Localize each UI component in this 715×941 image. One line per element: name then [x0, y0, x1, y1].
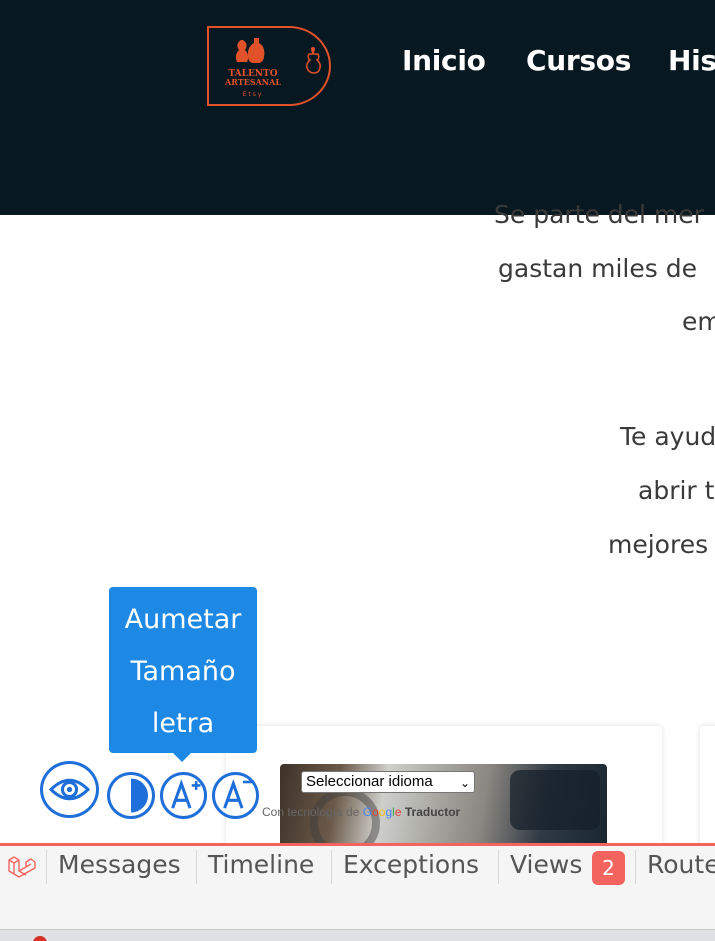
font-decrease-button[interactable] [212, 772, 259, 819]
eye-icon [48, 778, 91, 801]
translate-link[interactable]: Traductor [405, 805, 460, 819]
intro-text-line: em [682, 307, 715, 336]
debugbar-tab-exceptions[interactable]: Exceptions [343, 850, 479, 879]
intro-text-line: abrir t [638, 476, 715, 505]
intro-text-line: mejores [608, 530, 709, 559]
chevron-down-icon: ⌄ [459, 776, 470, 790]
google-translate-credit: Con tecnología de Google Traductor [262, 805, 461, 819]
contrast-icon [131, 778, 149, 813]
language-select[interactable]: Seleccionar idioma ⌄ [301, 771, 475, 793]
debugbar-tab-messages[interactable]: Messages [58, 850, 181, 879]
debugbar-tab-route[interactable]: Route [647, 850, 715, 879]
views-count-badge: 2 [592, 851, 625, 885]
nav-item-inicio[interactable]: Inicio [402, 44, 486, 77]
contrast-button[interactable] [107, 772, 155, 819]
browser-bottom-bar [0, 929, 715, 941]
debugbar-tab-timeline[interactable]: Timeline [208, 850, 314, 879]
intro-text-line: gastan miles de [498, 254, 697, 283]
font-decrease-icon [223, 779, 253, 809]
eye-icon-button[interactable] [40, 761, 99, 818]
main-nav: Inicio Cursos Hist [0, 44, 715, 84]
debugbar-tab-views[interactable]: Views [510, 850, 582, 879]
nav-item-cursos[interactable]: Cursos [526, 44, 631, 77]
font-increase-icon [171, 779, 201, 809]
google-logo: Google [362, 805, 402, 819]
debugbar-tabs: Messages Timeline Exceptions Views 2 Rou… [0, 846, 715, 888]
laravel-icon[interactable] [6, 854, 36, 882]
debugbar: Messages Timeline Exceptions Views 2 Rou… [0, 843, 715, 929]
intro-text-line: Se parte del mer [494, 200, 704, 229]
font-size-tooltip: Aumetar Tamaño letra [109, 587, 257, 762]
svg-text:Etsy: Etsy [243, 91, 264, 98]
site-header: TALENTO ARTESANAL Etsy Inicio Cursos His… [0, 0, 715, 215]
font-increase-button[interactable] [160, 772, 207, 819]
notification-dot [33, 936, 47, 941]
nav-item-historia[interactable]: Hist [668, 44, 715, 77]
intro-text-line: Te ayud [620, 422, 715, 451]
